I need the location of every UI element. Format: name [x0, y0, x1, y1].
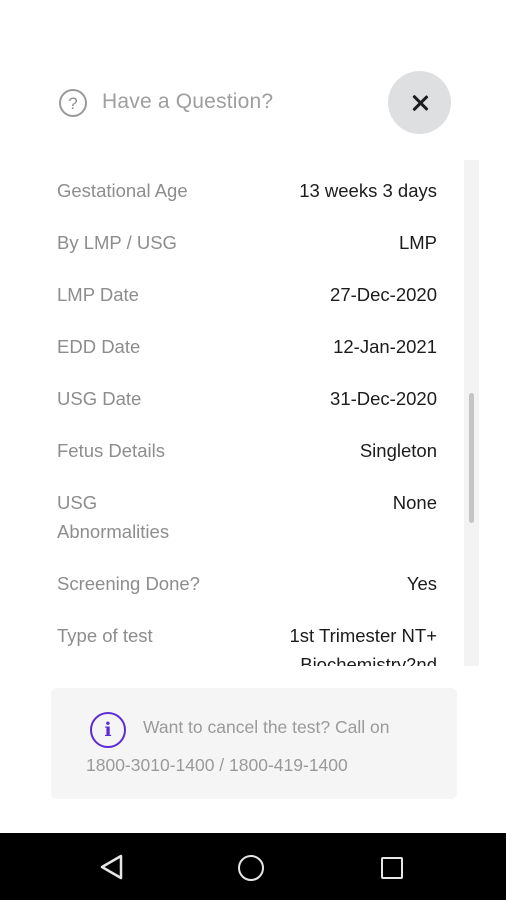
- question-sheet: ? Have a Question? Gestational Age 13 we…: [0, 0, 506, 900]
- square-recents-icon[interactable]: [381, 857, 403, 879]
- detail-label: Type of test: [57, 625, 153, 646]
- close-button[interactable]: [388, 71, 451, 134]
- detail-value: None: [392, 492, 437, 513]
- circle-home-icon[interactable]: [238, 855, 264, 881]
- detail-value: 13 weeks 3 days: [299, 180, 437, 201]
- test-details-list[interactable]: Gestational Age 13 weeks 3 days By LMP /…: [57, 160, 437, 666]
- detail-label: Screening Done?: [57, 573, 200, 594]
- cancel-info-box: i Want to cancel the test? Call on 1800-…: [51, 688, 457, 799]
- scrollbar-thumb[interactable]: [469, 393, 474, 523]
- detail-label: EDD Date: [57, 336, 141, 357]
- detail-label: Gestational Age: [57, 180, 188, 201]
- detail-value: Yes: [406, 573, 437, 594]
- sheet-header: ? Have a Question?: [0, 70, 506, 134]
- detail-value: 31-Dec-2020: [330, 388, 437, 409]
- question-circle-icon: ?: [59, 89, 87, 117]
- detail-label: USG Abnormalities: [57, 492, 170, 542]
- triangle-back-icon[interactable]: [100, 854, 124, 880]
- android-nav-bar: [0, 833, 506, 900]
- cancel-phone-numbers[interactable]: 1800-3010-1400 / 1800-419-1400: [86, 755, 348, 776]
- detail-value: 12-Jan-2021: [333, 336, 437, 357]
- detail-value: LMP: [398, 232, 437, 253]
- info-circle-icon: i: [90, 712, 126, 748]
- sheet-title: Have a Question?: [102, 90, 274, 113]
- detail-label: By LMP / USG: [57, 232, 177, 253]
- detail-value: 27-Dec-2020: [330, 284, 437, 305]
- detail-value: 1st Trimester NT+ Biochemistry2nd: [289, 625, 437, 666]
- detail-label: Fetus Details: [57, 440, 165, 461]
- detail-label: USG Date: [57, 388, 142, 409]
- scrollbar-track[interactable]: [464, 160, 479, 666]
- detail-value: Singleton: [359, 440, 437, 461]
- cancel-info-text: Want to cancel the test? Call on: [143, 717, 390, 737]
- detail-label: LMP Date: [57, 284, 139, 305]
- close-icon: [411, 94, 429, 112]
